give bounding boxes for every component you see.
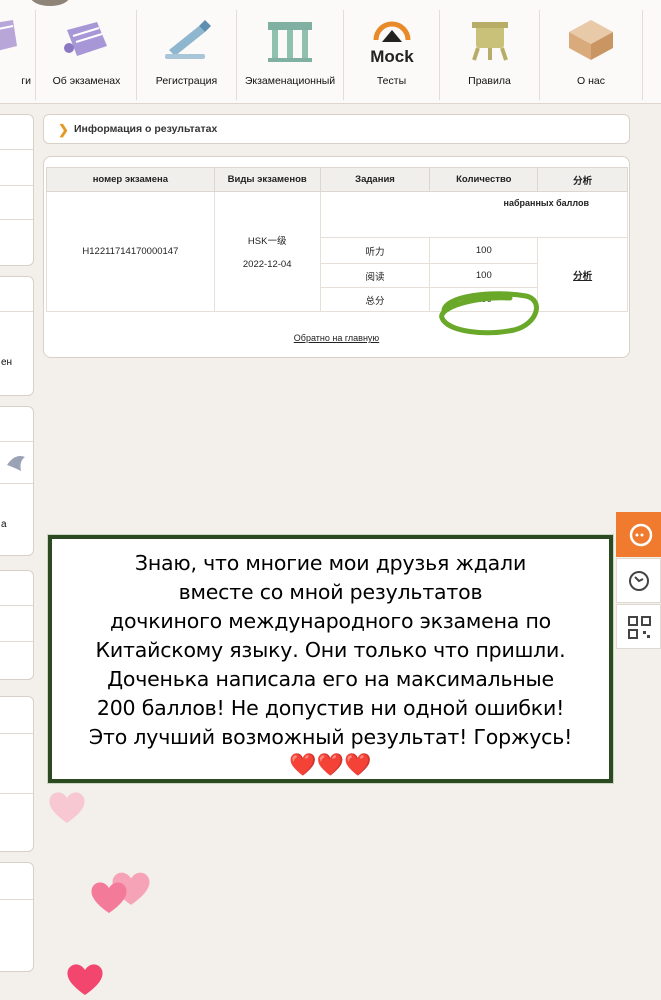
nav-label: Экзаменационный bbox=[244, 75, 336, 87]
exam-number-cell: H12211714170000147 bbox=[46, 191, 215, 312]
nav-label: Регистрация bbox=[155, 75, 218, 87]
sidebar-card bbox=[0, 862, 34, 972]
nav-label: Об экзаменах bbox=[52, 75, 121, 87]
caption-line: 200 баллов! Не допустив ни одной ошибки! bbox=[96, 696, 565, 720]
pen-icon bbox=[164, 20, 211, 59]
back-to-home-link[interactable]: Обратно на главную bbox=[44, 333, 629, 343]
chat-icon bbox=[629, 523, 653, 547]
nav-item-exam-center[interactable]: Экзаменационный bbox=[237, 10, 344, 100]
avatar bbox=[30, 0, 70, 6]
nav-label: Тесты bbox=[376, 75, 407, 87]
vessel-icon bbox=[471, 22, 508, 61]
results-panel: номер экзамена Виды экзаменов Задания Ко… bbox=[43, 156, 630, 358]
mock-logo-text: Mock bbox=[370, 47, 414, 66]
top-navigation: ги Об экзаменах Регистрация Экзаменацион… bbox=[0, 0, 661, 104]
table-row: H12211714170000147 HSK一级 2022-12-04 набр… bbox=[46, 191, 629, 312]
task-cell: 听力 bbox=[319, 237, 431, 264]
sidebar-card: ен bbox=[0, 276, 34, 396]
floating-buttons bbox=[616, 512, 661, 652]
heart-icon bbox=[49, 792, 85, 823]
caption-line: Знаю, что многие мои друзья ждали bbox=[134, 551, 527, 575]
header-exam-number: номер экзамена bbox=[46, 167, 215, 192]
nav-label: ги bbox=[21, 75, 31, 87]
header-score: Количество bbox=[429, 167, 539, 192]
nav-item-registration[interactable]: Регистрация bbox=[137, 10, 237, 100]
caption-line: вместе со мной результатов bbox=[178, 580, 483, 604]
score-cell: 100 bbox=[429, 237, 539, 264]
results-table: номер экзамена Виды экзаменов Задания Ко… bbox=[46, 167, 629, 312]
analysis-cell: 分析 bbox=[537, 237, 628, 312]
score-cell: 200 bbox=[429, 287, 539, 312]
phone-icon bbox=[629, 571, 649, 591]
gate-icon bbox=[268, 22, 312, 62]
sidebar-card: а bbox=[0, 406, 34, 556]
qr-code-button[interactable] bbox=[616, 604, 661, 649]
scroll-icon bbox=[63, 22, 107, 56]
hearts-emoji: ❤️❤️❤️ bbox=[289, 752, 372, 777]
heart-icon bbox=[67, 964, 103, 995]
bird-icon bbox=[7, 456, 25, 471]
nav-item-partial[interactable]: ги bbox=[0, 10, 36, 100]
chat-button[interactable] bbox=[616, 512, 661, 557]
exam-date: 2022-12-04 bbox=[242, 259, 292, 270]
scroll-icon bbox=[0, 20, 17, 51]
sidebar-item-label[interactable]: ен bbox=[1, 357, 12, 368]
header-exam-type: Виды экзаменов bbox=[213, 167, 321, 192]
nav-item-about-us[interactable]: О нас bbox=[540, 10, 643, 100]
caption-line: Китайскому языку. Они только что пришли. bbox=[95, 638, 566, 662]
caption-line: Доченька написала его на максимальные bbox=[107, 667, 554, 691]
box-icon bbox=[569, 20, 613, 60]
qr-code-icon bbox=[628, 616, 651, 639]
results-title-bar: ❯ Информация о результатах bbox=[43, 114, 630, 144]
mock-logo-icon: Mock bbox=[370, 21, 414, 66]
sidebar-card bbox=[0, 570, 34, 680]
score-cell: 100 bbox=[429, 263, 539, 288]
nav-item-tests[interactable]: Mock Тесты bbox=[344, 10, 440, 100]
exam-type: HSK一级 bbox=[247, 236, 287, 247]
sidebar-card bbox=[0, 114, 34, 266]
header-analysis: 分析 bbox=[537, 167, 628, 192]
sidebar-card bbox=[0, 696, 34, 852]
sidebar-item-label[interactable]: а bbox=[1, 519, 7, 530]
caption-line: дочкиного международного экзамена по bbox=[109, 609, 552, 633]
story-caption: Знаю, что многие мои друзья ждали вместе… bbox=[48, 535, 613, 783]
nav-item-rules[interactable]: Правила bbox=[440, 10, 540, 100]
caption-line: Это лучший возможный результат! Горжусь! bbox=[88, 725, 573, 749]
task-cell: 阅读 bbox=[319, 263, 431, 288]
chevron-right-icon: ❯ bbox=[58, 122, 69, 137]
score-subheader: набранных баллов bbox=[319, 191, 629, 238]
table-header-row: номер экзамена Виды экзаменов Задания Ко… bbox=[46, 167, 628, 192]
header-task: Задания bbox=[319, 167, 431, 192]
results-title: Информация о результатах bbox=[74, 123, 218, 135]
analysis-link[interactable]: 分析 bbox=[573, 271, 592, 282]
task-cell: 总分 bbox=[319, 287, 431, 312]
nav-label: О нас bbox=[577, 75, 605, 87]
phone-button[interactable] bbox=[616, 558, 661, 603]
nav-label: Правила bbox=[468, 75, 511, 87]
nav-item-about-exams[interactable]: Об экзаменах bbox=[37, 10, 137, 100]
exam-type-cell: HSK一级 2022-12-04 bbox=[213, 191, 321, 312]
heart-icon bbox=[91, 882, 127, 913]
